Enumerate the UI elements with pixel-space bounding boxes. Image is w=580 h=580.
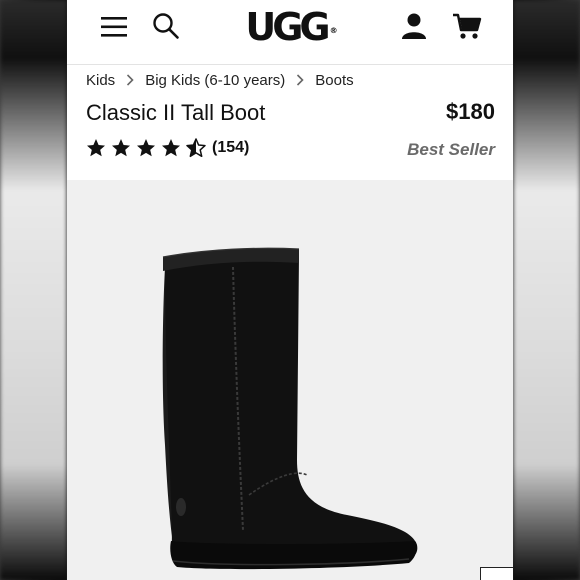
product-title: Classic II Tall Boot [86,100,266,125]
product-image[interactable] [67,190,513,580]
review-count[interactable]: (154) [212,139,249,157]
breadcrumb-item-boots[interactable]: Boots [315,72,353,89]
product-page: UGG® Kids Big Kids (6-10 years) Boots C [67,0,513,580]
star-full-icon [137,139,155,157]
star-full-icon [112,139,130,157]
menu-icon[interactable] [100,14,128,40]
star-half-icon [186,138,206,158]
breadcrumb: Kids Big Kids (6-10 years) Boots [86,70,354,90]
search-icon[interactable] [152,12,180,40]
cart-icon[interactable] [452,12,482,40]
breadcrumb-item-kids[interactable]: Kids [86,72,115,89]
site-header: UGG ® [67,0,513,65]
section-divider [67,180,513,190]
ugg-logo[interactable]: UGG ® [245,5,338,49]
right-background [513,0,580,580]
chevron-right-icon [115,74,145,86]
best-seller-badge: Best Seller [407,140,495,159]
logo-text: UGG [245,5,330,49]
account-icon[interactable] [401,12,427,40]
star-full-icon [162,139,180,157]
breadcrumb-item-big-kids[interactable]: Big Kids (6-10 years) [145,72,285,89]
chevron-right-icon [285,74,315,86]
carousel-control[interactable] [480,567,513,580]
star-full-icon [87,139,105,157]
rating[interactable]: (154) [86,138,249,158]
registered-mark: ® [329,26,338,35]
boot-image [162,247,418,570]
product-price: $180 [446,99,495,124]
left-background [0,0,67,580]
